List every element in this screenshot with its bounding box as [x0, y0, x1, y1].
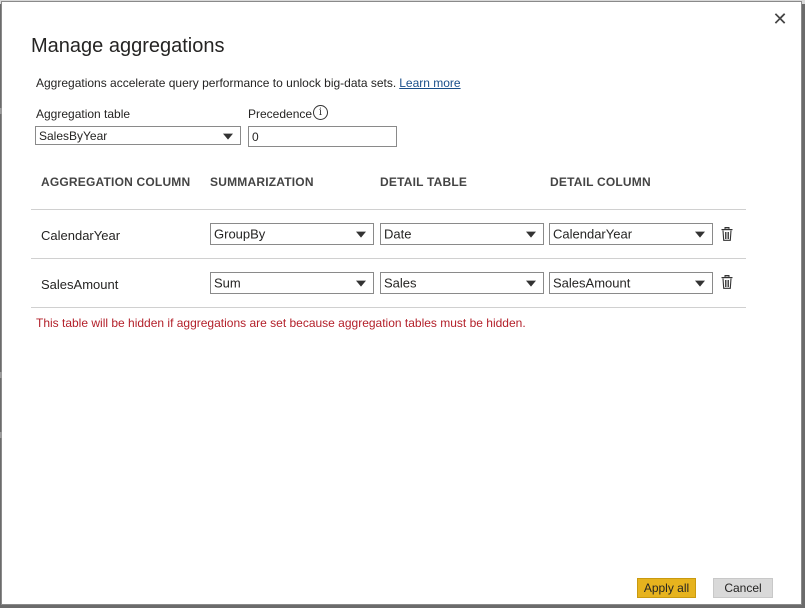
dialog-title: Manage aggregations [31, 35, 225, 57]
summarization-dropdown[interactable]: GroupBy [210, 223, 374, 245]
detail-column-dropdown[interactable]: SalesAmount [549, 272, 713, 294]
row-divider [31, 258, 746, 259]
detail-column-value: CalendarYear [553, 226, 633, 242]
column-header-aggregation-column: AGGREGATION COLUMN [41, 175, 191, 189]
summarization-dropdown[interactable]: Sum [210, 272, 374, 294]
manage-aggregations-dialog: ✕ Manage aggregations Aggregations accel… [1, 1, 802, 605]
aggregation-table-dropdown[interactable]: SalesByYear [35, 126, 241, 145]
backdrop-edge-mark [0, 108, 2, 114]
detail-column-value: SalesAmount [553, 275, 631, 291]
detail-column-dropdown[interactable]: CalendarYear [549, 223, 713, 245]
trash-icon[interactable] [721, 275, 733, 289]
summarization-value: GroupBy [214, 226, 266, 242]
detail-table-dropdown[interactable]: Sales [380, 272, 544, 294]
trash-icon[interactable] [721, 227, 733, 241]
apply-all-button[interactable]: Apply all [637, 578, 696, 598]
chevron-down-icon [526, 280, 536, 287]
chevron-down-icon [695, 231, 705, 238]
chevron-down-icon [356, 280, 366, 287]
detail-table-value: Sales [384, 275, 417, 291]
backdrop-edge-mark [0, 372, 2, 378]
column-header-detail-table: DETAIL TABLE [380, 175, 468, 189]
aggregation-table-label: Aggregation table [36, 107, 131, 121]
description-text: Aggregations accelerate query performanc… [36, 76, 397, 90]
backdrop-edge-mark [0, 432, 2, 438]
hidden-table-warning: This table will be hidden if aggregation… [36, 316, 526, 330]
dialog-description: Aggregations accelerate query performanc… [36, 76, 461, 90]
row-aggregation-column: CalendarYear [41, 228, 121, 243]
precedence-input[interactable]: 0 [248, 126, 397, 147]
close-icon[interactable]: ✕ [771, 10, 789, 28]
chevron-down-icon [526, 231, 536, 238]
column-header-summarization: SUMMARIZATION [210, 175, 314, 189]
detail-table-value: Date [384, 226, 412, 242]
learn-more-link[interactable]: Learn more [399, 76, 460, 90]
precedence-value: 0 [252, 129, 259, 144]
detail-table-dropdown[interactable]: Date [380, 223, 544, 245]
chevron-down-icon [356, 231, 366, 238]
aggregation-table-value: SalesByYear [39, 128, 108, 143]
info-icon[interactable]: i [313, 105, 328, 120]
summarization-value: Sum [214, 275, 241, 291]
row-aggregation-column: SalesAmount [41, 277, 119, 292]
chevron-down-icon [223, 133, 233, 140]
precedence-label: Precedence [248, 107, 313, 121]
row-divider [31, 307, 746, 308]
chevron-down-icon [695, 280, 705, 287]
header-divider [31, 209, 746, 210]
cancel-button[interactable]: Cancel [713, 578, 773, 598]
column-header-detail-column: DETAIL COLUMN [550, 175, 651, 189]
